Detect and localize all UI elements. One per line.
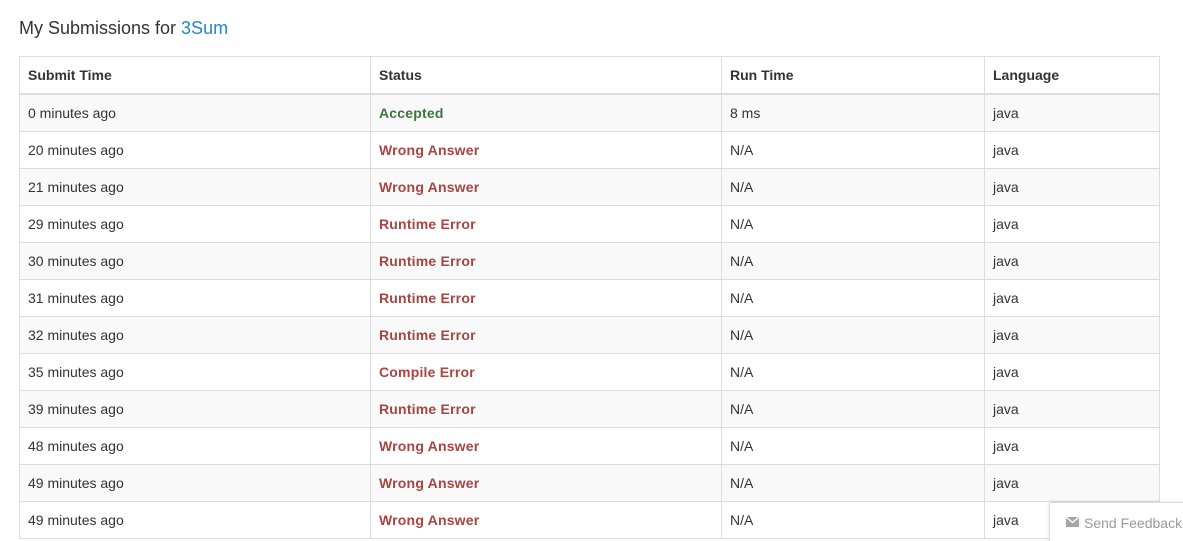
submit-time-cell: 49 minutes ago [19,464,371,502]
submit-time-cell: 30 minutes ago [19,242,371,280]
status-link[interactable]: Runtime Error [379,253,476,269]
status-link[interactable]: Runtime Error [379,290,476,306]
status-cell: Runtime Error [370,279,722,317]
submit-time-cell: 49 minutes ago [19,501,371,539]
status-cell: Wrong Answer [370,131,722,169]
table-header-row: Submit Time Status Run Time Language [19,56,1160,95]
column-header-status: Status [370,56,722,95]
table-row: 0 minutes ago Accepted 8 ms java [19,93,1160,132]
table-row: 48 minutes ago Wrong Answer N/A java [19,427,1160,465]
status-link[interactable]: Wrong Answer [379,179,479,195]
status-cell: Runtime Error [370,390,722,428]
status-cell: Runtime Error [370,205,722,243]
status-cell: Wrong Answer [370,464,722,502]
language-cell: java [984,242,1160,280]
run-time-cell: N/A [721,205,985,243]
language-cell: java [984,168,1160,206]
send-feedback-button[interactable]: Send Feedback [1049,502,1183,541]
language-cell: java [984,353,1160,391]
submit-time-cell: 20 minutes ago [19,131,371,169]
table-row: 20 minutes ago Wrong Answer N/A java [19,131,1160,169]
language-cell: java [984,464,1160,502]
status-link[interactable]: Runtime Error [379,216,476,232]
column-header-run-time: Run Time [721,56,985,95]
column-header-language: Language [984,56,1160,95]
envelope-icon [1066,517,1079,527]
page-title: My Submissions for 3Sum [19,16,228,40]
status-cell: Runtime Error [370,316,722,354]
language-cell: java [984,279,1160,317]
language-cell: java [984,93,1160,132]
submit-time-cell: 39 minutes ago [19,390,371,428]
run-time-cell: N/A [721,427,985,465]
column-header-submit-time: Submit Time [19,56,371,95]
submit-time-cell: 35 minutes ago [19,353,371,391]
table-row: 29 minutes ago Runtime Error N/A java [19,205,1160,243]
status-cell: Wrong Answer [370,501,722,539]
run-time-cell: N/A [721,501,985,539]
language-cell: java [984,131,1160,169]
status-cell: Compile Error [370,353,722,391]
run-time-cell: N/A [721,242,985,280]
submit-time-cell: 21 minutes ago [19,168,371,206]
submit-time-cell: 0 minutes ago [19,93,371,132]
status-cell: Wrong Answer [370,168,722,206]
submissions-table: Submit Time Status Run Time Language 0 m… [19,56,1160,539]
page-title-prefix: My Submissions for [19,18,182,38]
run-time-cell: 8 ms [721,93,985,132]
submit-time-cell: 31 minutes ago [19,279,371,317]
status-cell: Wrong Answer [370,427,722,465]
table-row: 49 minutes ago Wrong Answer N/A java [19,501,1160,539]
status-link[interactable]: Compile Error [379,364,475,380]
status-link[interactable]: Wrong Answer [379,142,479,158]
run-time-cell: N/A [721,353,985,391]
submit-time-cell: 29 minutes ago [19,205,371,243]
language-cell: java [984,316,1160,354]
status-link[interactable]: Accepted [379,105,444,121]
table-row: 21 minutes ago Wrong Answer N/A java [19,168,1160,206]
status-cell: Runtime Error [370,242,722,280]
run-time-cell: N/A [721,279,985,317]
status-cell: Accepted [370,93,722,132]
problem-link[interactable]: 3Sum [181,18,228,38]
table-row: 35 minutes ago Compile Error N/A java [19,353,1160,391]
table-row: 49 minutes ago Wrong Answer N/A java [19,464,1160,502]
send-feedback-label: Send Feedback [1084,515,1183,531]
table-row: 32 minutes ago Runtime Error N/A java [19,316,1160,354]
status-link[interactable]: Wrong Answer [379,475,479,491]
table-row: 39 minutes ago Runtime Error N/A java [19,390,1160,428]
submit-time-cell: 48 minutes ago [19,427,371,465]
status-link[interactable]: Wrong Answer [379,438,479,454]
status-link[interactable]: Runtime Error [379,327,476,343]
language-cell: java [984,390,1160,428]
submit-time-cell: 32 minutes ago [19,316,371,354]
run-time-cell: N/A [721,316,985,354]
table-row: 30 minutes ago Runtime Error N/A java [19,242,1160,280]
run-time-cell: N/A [721,168,985,206]
status-link[interactable]: Wrong Answer [379,512,479,528]
page: My Submissions for 3Sum Submit Time Stat… [0,0,1183,541]
language-cell: java [984,427,1160,465]
run-time-cell: N/A [721,464,985,502]
table-row: 31 minutes ago Runtime Error N/A java [19,279,1160,317]
run-time-cell: N/A [721,390,985,428]
run-time-cell: N/A [721,131,985,169]
language-cell: java [984,205,1160,243]
status-link[interactable]: Runtime Error [379,401,476,417]
